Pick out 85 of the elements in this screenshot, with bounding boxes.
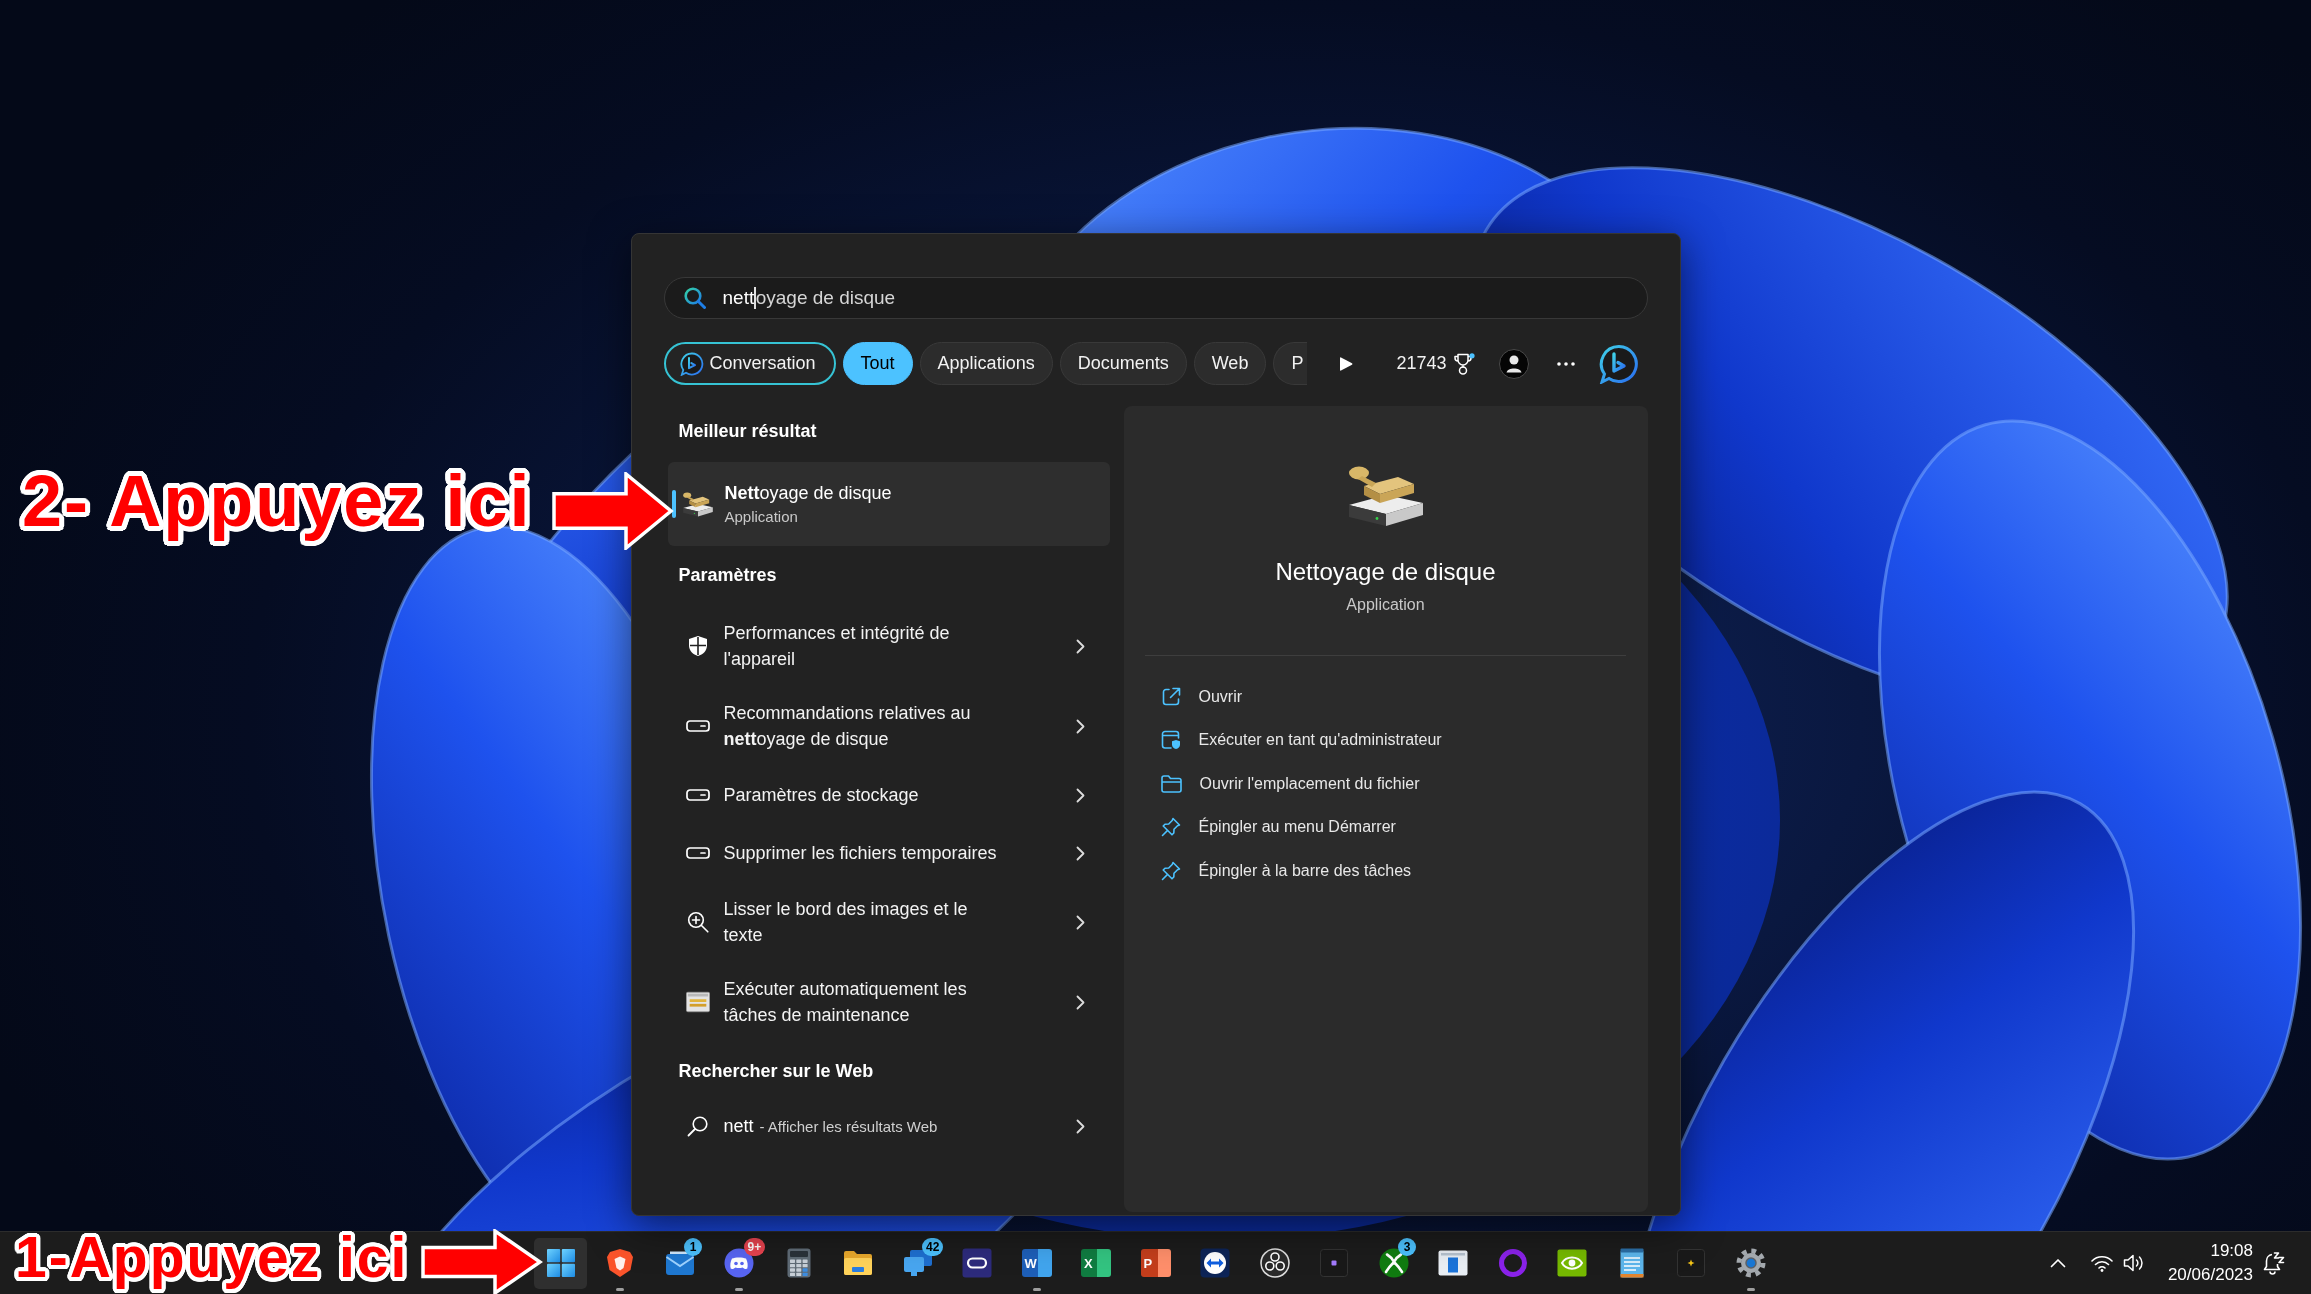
letter-tile-icon[interactable]: W — [1021, 1249, 1052, 1277]
app-title: Nettoyage de disque — [1275, 557, 1496, 587]
search-icon — [687, 1115, 708, 1137]
more-icon[interactable] — [1556, 361, 1575, 366]
filter-tab[interactable]: Tout — [842, 342, 913, 385]
chevron-right-icon — [1075, 718, 1085, 734]
window-icon[interactable] — [1438, 1250, 1468, 1276]
pin-icon — [1160, 860, 1181, 881]
result-item[interactable]: Supprimer les fichiers temporaires — [667, 824, 1110, 882]
notepad-icon[interactable] — [1619, 1248, 1644, 1278]
bell-icon[interactable] — [2263, 1251, 2285, 1275]
start-button[interactable] — [534, 1237, 587, 1289]
arrow-icon — [421, 1229, 543, 1294]
result-item[interactable]: Lisser le bord des images et le texte — [667, 882, 1110, 962]
action-link[interactable]: Exécuter en tant qu'administrateur — [1160, 718, 1442, 762]
search-icon — [683, 287, 706, 309]
bubble-logo-icon — [679, 351, 704, 376]
disk-brush-icon — [681, 491, 714, 517]
result-item[interactable]: Nettoyage de disque Application — [667, 462, 1110, 546]
folder-icon — [1160, 774, 1182, 793]
window-shield-icon — [1160, 730, 1181, 751]
selection-indicator — [671, 490, 676, 518]
web-result-item[interactable]: nett - Afficher les résultats Web — [667, 1102, 1110, 1150]
action-link[interactable]: Épingler au menu Démarrer — [1160, 805, 1396, 849]
action-link[interactable]: Ouvrir — [1160, 675, 1243, 719]
search-field[interactable]: nettoyage de disque — [663, 277, 1648, 319]
bubble-logo-icon[interactable] — [1598, 343, 1639, 384]
app-type: Application — [1346, 595, 1425, 615]
drive-icon — [685, 720, 710, 732]
window-icon — [685, 991, 710, 1013]
drive-icon — [685, 847, 710, 859]
folder-icon[interactable] — [843, 1250, 873, 1276]
chevron-right-icon — [1075, 994, 1085, 1010]
eye-tile-icon[interactable] — [1557, 1249, 1587, 1277]
chevron-right-icon — [1075, 1118, 1085, 1134]
chevron-right-icon — [1075, 638, 1085, 654]
zoom-in-icon — [686, 911, 709, 933]
sparkle-tile-icon[interactable] — [1677, 1249, 1705, 1277]
filter-tab[interactable]: P — [1273, 342, 1308, 385]
shield-icon — [687, 635, 708, 657]
result-item[interactable]: Exécuter automatiquement les tâches de maintenance — [667, 962, 1110, 1042]
filter-tab[interactable]: Applications — [919, 342, 1053, 385]
oval-tile-icon[interactable] — [962, 1248, 992, 1278]
trophy-icon[interactable] — [1452, 352, 1475, 375]
action-link[interactable]: Épingler à la barre des tâches — [1160, 849, 1412, 893]
count-badge: 1 — [684, 1238, 702, 1256]
section-heading: Rechercher sur le Web — [677, 1059, 875, 1083]
result-item[interactable]: Performances et intégrité de l'appareil — [667, 606, 1110, 686]
calculator-icon[interactable] — [786, 1248, 811, 1278]
ring-icon[interactable] — [1498, 1249, 1527, 1277]
settings-icon[interactable] — [1735, 1248, 1766, 1278]
external-link-icon — [1160, 686, 1181, 707]
chevron-up-icon[interactable] — [2049, 1258, 2066, 1268]
count-badge: 3 — [1398, 1238, 1416, 1256]
arrow-icon — [552, 472, 674, 550]
result-item[interactable]: Paramètres de stockage — [667, 766, 1110, 824]
count-badge: 42 — [922, 1238, 944, 1256]
section-heading: Paramètres — [677, 563, 778, 587]
pin-icon — [1160, 817, 1181, 838]
envelope-icon[interactable] — [664, 1250, 695, 1276]
clock-button[interactable]: 19:08 20/06/2023 — [2167, 1239, 2253, 1287]
action-link[interactable]: Ouvrir l'emplacement du fichier — [1160, 762, 1420, 806]
letter-tile-icon[interactable]: P — [1140, 1249, 1171, 1277]
four-squares-icon — [546, 1249, 575, 1277]
filter-tab[interactable]: Documents — [1059, 342, 1187, 385]
drive-icon — [685, 789, 710, 801]
chevron-right-icon — [1075, 845, 1085, 861]
three-rings-icon[interactable] — [1259, 1248, 1290, 1278]
speaker-icon[interactable] — [2122, 1254, 2145, 1272]
section-heading: Meilleur résultat — [677, 419, 818, 443]
chevron-right-icon — [1075, 787, 1085, 803]
wifi-icon[interactable] — [2090, 1254, 2113, 1272]
letter-tile-icon[interactable]: X — [1081, 1249, 1111, 1277]
dot-tile-icon[interactable] — [1320, 1249, 1348, 1277]
chat-tab[interactable]: Conversation — [663, 342, 836, 385]
result-item[interactable]: Recommandations relatives au nettoyage de disque — [667, 686, 1110, 766]
play-icon[interactable] — [1339, 355, 1354, 372]
filter-tab[interactable]: Web — [1193, 342, 1267, 385]
screens-icon[interactable] — [902, 1249, 933, 1277]
points-count: 21743 — [1396, 353, 1447, 374]
shield-icon[interactable] — [606, 1248, 634, 1278]
text-cursor-icon — [754, 287, 756, 309]
avatar-icon[interactable] — [1498, 348, 1529, 379]
chevron-right-icon — [1075, 914, 1085, 930]
count-badge: 9+ — [743, 1238, 766, 1256]
